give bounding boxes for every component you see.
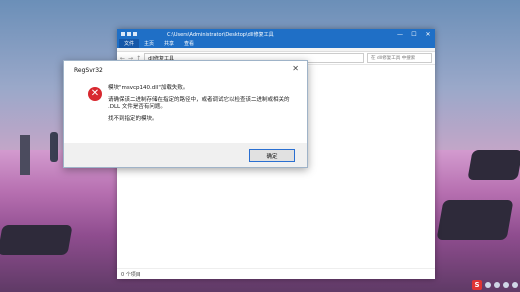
dialog-message: 模块"msvcp140.dll"加载失败。 请确保该二进制存储在指定的路径中，或… bbox=[108, 85, 298, 128]
scenery-rock bbox=[467, 150, 520, 180]
tab-view[interactable]: 查看 bbox=[179, 39, 199, 48]
dialog-footer: 确定 bbox=[64, 143, 307, 167]
minimize-icon[interactable]: — bbox=[393, 29, 407, 39]
message-line-1: 模块"msvcp140.dll"加载失败。 bbox=[108, 85, 189, 91]
tray-icon[interactable] bbox=[503, 282, 509, 288]
message-line-2: 请确保该二进制存储在指定的路径中，或者调试它以检查该二进制或相关的 bbox=[108, 97, 290, 103]
quick-access-toolbar[interactable] bbox=[117, 32, 137, 36]
explorer-titlebar[interactable]: C:\Users\Administrator\Desktop\dll修复工具 —… bbox=[117, 29, 435, 39]
tab-file[interactable]: 文件 bbox=[119, 39, 140, 48]
tab-home[interactable]: 主页 bbox=[139, 39, 159, 48]
maximize-icon[interactable]: ☐ bbox=[407, 29, 421, 39]
close-icon[interactable]: ✕ bbox=[421, 29, 435, 39]
ok-button[interactable]: 确定 bbox=[249, 149, 295, 162]
system-tray: S bbox=[472, 280, 518, 290]
error-icon: ✕ bbox=[88, 87, 102, 101]
tab-share[interactable]: 共享 bbox=[159, 39, 179, 48]
tray-icon[interactable] bbox=[494, 282, 500, 288]
dialog-title: RegSvr32 bbox=[74, 67, 103, 74]
message-line-3: .DLL 文件是否有问题。 bbox=[108, 104, 166, 110]
message-line-4: 找不到指定的模块。 bbox=[108, 116, 158, 122]
close-icon[interactable]: ✕ bbox=[292, 64, 299, 73]
tray-icon[interactable] bbox=[512, 282, 518, 288]
explorer-title: C:\Users\Administrator\Desktop\dll修复工具 bbox=[167, 32, 274, 38]
scenery-figure bbox=[50, 132, 58, 162]
item-count: 0 个项目 bbox=[121, 271, 141, 278]
window-controls: — ☐ ✕ bbox=[393, 29, 435, 39]
error-dialog: RegSvr32 ✕ ✕ 模块"msvcp140.dll"加载失败。 请确保该二… bbox=[63, 60, 308, 168]
scenery-rock bbox=[436, 200, 514, 240]
ime-icon[interactable]: S bbox=[472, 280, 482, 290]
ribbon-tabs: 文件 主页 共享 查看 bbox=[117, 39, 435, 48]
scenery-pillar bbox=[20, 135, 30, 175]
tray-icon[interactable] bbox=[485, 282, 491, 288]
status-bar: 0 个项目 bbox=[117, 268, 435, 279]
scenery-rock bbox=[0, 225, 73, 255]
search-input[interactable]: 在 dll修复工具 中搜索 bbox=[367, 53, 432, 63]
